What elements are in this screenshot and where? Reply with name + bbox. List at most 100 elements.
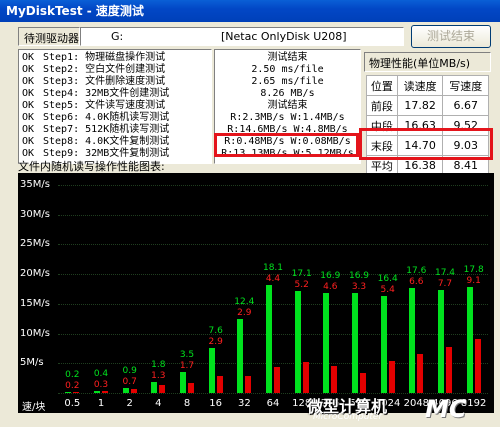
x-tick-label: 8 xyxy=(183,398,191,409)
bar-write xyxy=(130,388,137,393)
result-delete-time: 2.65 ms/file xyxy=(251,76,324,87)
bar-read xyxy=(466,287,473,393)
read-value-label: 17.1 xyxy=(291,269,312,280)
read-value-label: 16.4 xyxy=(377,273,398,284)
read-value-label: 16.9 xyxy=(348,270,370,281)
gridline xyxy=(58,244,488,246)
x-tick-label: 64 xyxy=(266,398,280,409)
bar-write xyxy=(274,366,280,393)
step-text: Step2: 空白文件创建测试 xyxy=(43,64,166,75)
drive-selector[interactable]: G: [Netac OnlyDisk U208] xyxy=(80,27,404,46)
bar-write xyxy=(302,362,309,393)
bar-read xyxy=(409,288,416,393)
step-status: OK xyxy=(22,64,35,75)
perf-cell: 17.82 xyxy=(396,95,444,116)
step-text: Step6: 4.0K随机读写测试 xyxy=(43,112,170,123)
bar-write xyxy=(73,391,80,393)
bar-read xyxy=(237,319,244,393)
write-value-label: 5.2 xyxy=(294,280,309,291)
watermark-sub: MicroComputer xyxy=(313,412,383,422)
highlight-copy-result xyxy=(214,133,359,157)
write-value-label: 4.4 xyxy=(265,274,281,285)
perf-header: 位置 xyxy=(366,75,398,96)
perf-title: 物理性能(单位MB/s) xyxy=(369,57,471,70)
write-value-label: 0.3 xyxy=(93,379,109,390)
step-status: OK xyxy=(22,88,35,99)
bar-read xyxy=(151,382,158,393)
bar-write xyxy=(474,338,481,393)
write-value-label: 1.7 xyxy=(179,361,195,372)
gridline xyxy=(58,214,488,216)
y-tick-label: 30M/s xyxy=(20,208,50,220)
read-value-label: 17.8 xyxy=(463,265,484,276)
bar-read xyxy=(438,289,444,393)
read-value-label: 7.6 xyxy=(208,325,223,336)
end-test-button[interactable]: 测试结束 xyxy=(411,25,491,48)
write-value-label: 4.6 xyxy=(323,281,338,292)
y-tick-label: 15M/s xyxy=(20,297,50,309)
gridline xyxy=(58,363,488,365)
read-value-label: 17.4 xyxy=(434,267,456,278)
perf-title-box: 物理性能(单位MB/s) xyxy=(364,52,491,72)
read-value-label: 0.2 xyxy=(65,369,80,380)
result-rw-file: R:2.3MB/s W:1.4MB/s xyxy=(230,112,345,123)
read-value-label: 0.4 xyxy=(93,368,109,379)
result-end-2: 测试结束 xyxy=(267,100,308,111)
x-axis-label: 速/块 xyxy=(22,402,46,413)
read-value-label: 12.4 xyxy=(234,297,255,308)
x-tick-label: 1 xyxy=(97,398,105,409)
step-text: Step4: 32MB文件创建测试 xyxy=(43,88,170,99)
result-create-time: 2.50 ms/file xyxy=(251,64,324,75)
write-value-label: 0.2 xyxy=(65,380,80,391)
y-tick-label: 25M/s xyxy=(20,238,50,250)
x-tick-label: 32 xyxy=(237,398,251,409)
y-tick-label: 10M/s xyxy=(20,327,50,339)
bar-write xyxy=(388,360,395,393)
chart-area: 35M/s 30M/s 25M/s 20M/s 15M/s 10M/s 5M/s 速/块 0.2… xyxy=(18,173,494,413)
step-status: OK xyxy=(22,76,35,87)
drive-label-box: 待测驱动器 xyxy=(18,27,80,46)
end-test-button-label: 测试结束 xyxy=(426,29,475,43)
perf-cell: 6.67 xyxy=(442,95,489,116)
y-tick-label: 5M/s xyxy=(20,357,44,369)
bar-read xyxy=(208,347,215,393)
step-text: Step8: 4.0K文件复制测试 xyxy=(43,136,170,147)
write-value-label: 2.9 xyxy=(237,308,252,319)
write-value-label: 0.7 xyxy=(122,376,137,387)
step-status: OK xyxy=(22,52,35,63)
watermark: 微型计算机 MicroComputer MC xyxy=(307,393,497,425)
read-value-label: 0.9 xyxy=(122,365,137,376)
bar-write xyxy=(102,391,108,393)
bar-read xyxy=(266,285,272,393)
y-tick-label: 35M/s xyxy=(20,179,50,190)
steps-list: OK Step1: 物理磁盘操作测试 OK Step2: 空白文件创建测试 OK Step… xyxy=(18,49,212,164)
perf-header: 读速度 xyxy=(396,75,444,96)
bar-write xyxy=(159,385,166,393)
step-text: Step5: 文件读写速度测试 xyxy=(43,100,166,111)
y-tick-label: 20M/s xyxy=(20,268,50,280)
write-value-label: 5.4 xyxy=(380,284,395,295)
bar-write xyxy=(245,375,252,393)
perf-table: 位置 读速度 写速度 前段 17.82 6.67 中段 16.63 9.52 末段 14.70 9.0… xyxy=(366,75,489,176)
perf-cell: 前段 xyxy=(366,95,398,116)
write-value-label: 1.3 xyxy=(151,371,166,382)
write-value-label: 7.7 xyxy=(437,278,453,289)
bar-write xyxy=(216,375,223,393)
step-text: Step3: 文件删除速度测试 xyxy=(43,76,166,87)
step-text: Step1: 物理磁盘操作测试 xyxy=(43,52,166,63)
drive-label: 待测驱动器 xyxy=(24,32,79,45)
step-status: OK xyxy=(22,124,35,135)
bar-read xyxy=(294,291,301,393)
gridline xyxy=(58,303,488,305)
bar-read xyxy=(180,372,186,393)
read-value-label: 3.5 xyxy=(179,350,195,361)
step-text: Step7: 512K随机读写测试 xyxy=(43,124,170,135)
read-value-label: 18.1 xyxy=(262,263,284,274)
x-tick-label: 2 xyxy=(126,398,133,409)
title-bar[interactable]: MyDiskTest - 速度测试 xyxy=(0,0,500,22)
bar-write xyxy=(360,373,366,393)
result-end-1: 测试结束 xyxy=(267,52,308,63)
perf-row: 前段 17.82 6.67 xyxy=(366,95,489,116)
bar-read xyxy=(323,292,330,393)
bar-read xyxy=(122,387,129,393)
